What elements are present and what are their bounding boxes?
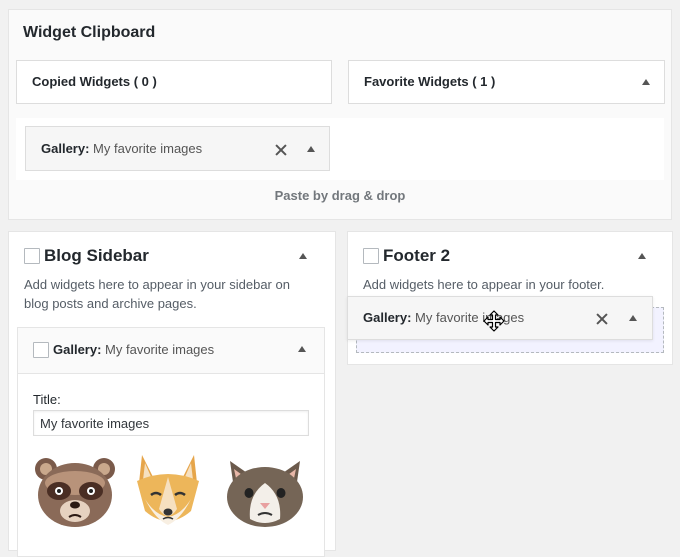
footer-2-checkbox[interactable] bbox=[363, 248, 379, 264]
footer-2-collapse-arrow-icon[interactable] bbox=[638, 253, 646, 259]
title-field-label: Title: bbox=[33, 392, 61, 407]
widget-type: Gallery: bbox=[53, 342, 102, 357]
expand-arrow-icon[interactable] bbox=[629, 315, 637, 321]
tab-copied-label: Copied Widgets ( 0 ) bbox=[32, 74, 157, 89]
blog-sidebar-title: Blog Sidebar bbox=[44, 246, 149, 265]
move-cursor-icon bbox=[483, 310, 505, 332]
gallery-widget-checkbox[interactable] bbox=[33, 342, 49, 358]
footer-2-description: Add widgets here to appear in your foote… bbox=[363, 277, 605, 292]
collapse-arrow-icon[interactable] bbox=[642, 79, 650, 85]
widget-title: My favorite images bbox=[105, 342, 215, 357]
tab-favorite-label: Favorite Widgets ( 1 ) bbox=[364, 74, 496, 89]
raccoon-image[interactable] bbox=[32, 449, 118, 535]
tab-favorite-widgets[interactable]: Favorite Widgets ( 1 ) bbox=[348, 60, 665, 104]
title-input[interactable] bbox=[33, 410, 309, 436]
clipboard-title: Widget Clipboard bbox=[23, 24, 156, 41]
tab-copied-widgets[interactable]: Copied Widgets ( 0 ) bbox=[16, 60, 332, 104]
paste-hint: Paste by drag & drop bbox=[274, 188, 406, 203]
blog-sidebar-checkbox[interactable] bbox=[24, 248, 40, 264]
footer-2-title: Footer 2 bbox=[383, 246, 451, 265]
favorite-gallery-widget[interactable]: Gallery: My favorite images bbox=[25, 126, 330, 171]
gallery-widget-label: Gallery: My favorite images bbox=[53, 342, 214, 357]
remove-x-icon[interactable] bbox=[274, 143, 288, 157]
widget-title: My favorite images bbox=[93, 141, 203, 156]
fox-image[interactable] bbox=[125, 449, 211, 535]
expand-arrow-icon[interactable] bbox=[307, 146, 315, 152]
gallery-widget-collapse-arrow-icon[interactable] bbox=[298, 346, 306, 352]
widget-type: Gallery: bbox=[41, 141, 90, 156]
remove-x-icon[interactable] bbox=[595, 312, 609, 326]
blog-sidebar-collapse-arrow-icon[interactable] bbox=[299, 253, 307, 259]
blog-sidebar-description: Add widgets here to appear in your sideb… bbox=[24, 277, 290, 311]
cat-image[interactable] bbox=[222, 449, 308, 535]
widget-type: Gallery: bbox=[363, 310, 412, 325]
widget-title: My favorite images bbox=[415, 310, 525, 325]
